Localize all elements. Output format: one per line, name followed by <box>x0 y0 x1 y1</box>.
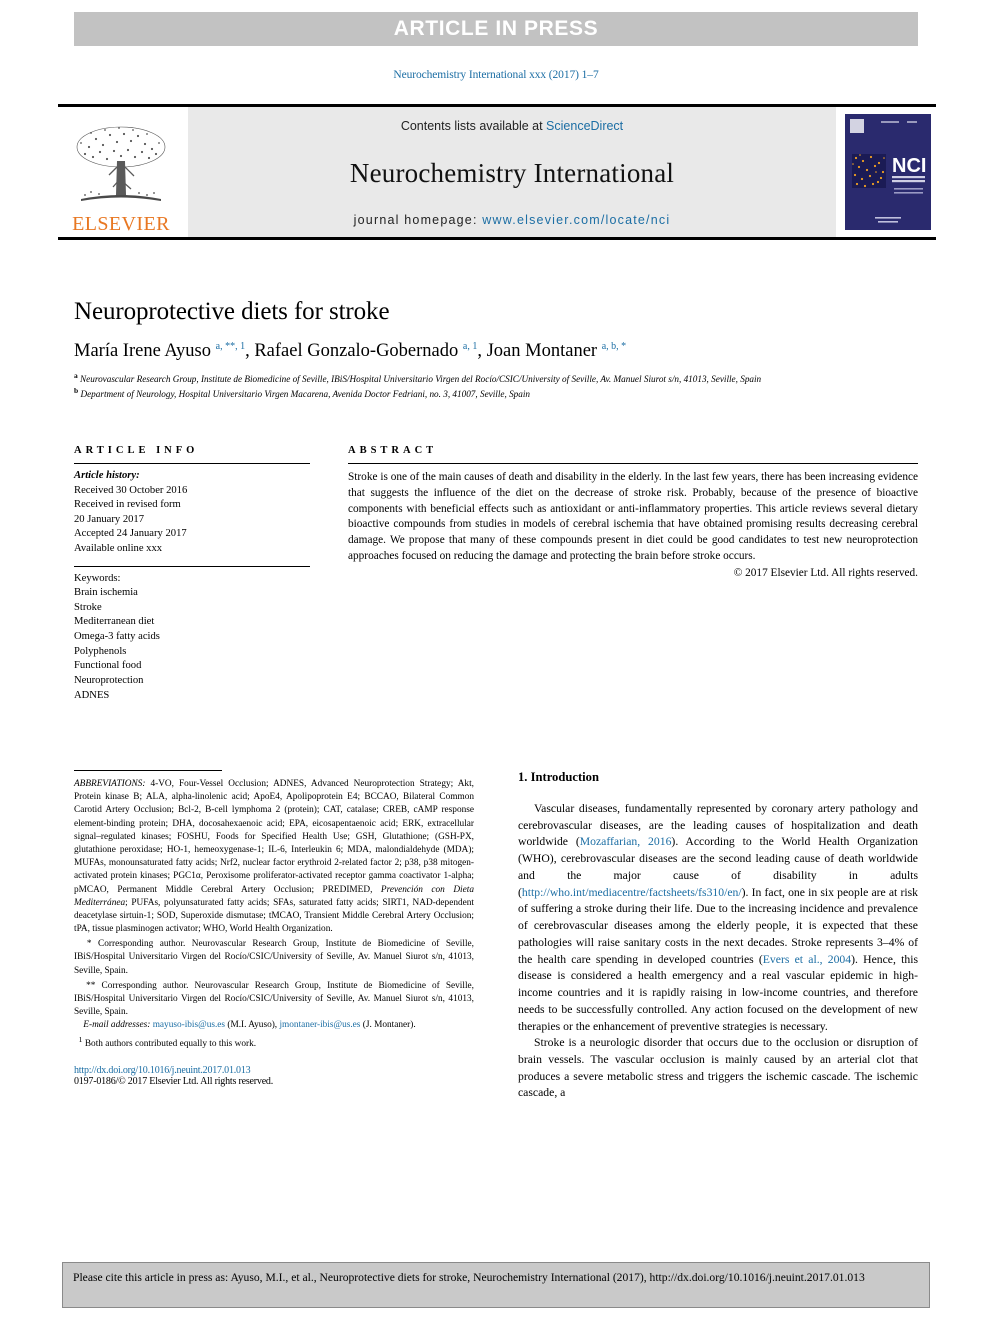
history-item: 20 January 2017 <box>74 513 145 525</box>
affiliation-a: a Neurovascular Research Group, Institut… <box>74 371 762 385</box>
email-owner-montaner: (J. Montaner). <box>362 1020 416 1031</box>
issn-copyright-line: 0197-0186/© 2017 Elsevier Ltd. All right… <box>74 1075 274 1087</box>
journal-homepage-line: journal homepage: www.elsevier.com/locat… <box>354 213 671 227</box>
equal-contribution-note: 1 Both authors contributed equally to th… <box>74 1034 474 1051</box>
contents-available-line: Contents lists available at ScienceDirec… <box>401 119 623 133</box>
keywords-block: Keywords: Brain ischemia Stroke Mediterr… <box>74 567 310 703</box>
introduction-body: Vascular diseases, fundamentally represe… <box>518 801 918 1102</box>
history-item: Received 30 October 2016 <box>74 484 188 496</box>
copyright-line: © 2017 Elsevier Ltd. All rights reserved… <box>733 566 918 579</box>
keyword-item: Neuroprotection <box>74 674 144 686</box>
affiliation-b: b Department of Neurology, Hospital Univ… <box>74 386 531 400</box>
elsevier-tree-icon <box>76 126 166 201</box>
corresponding-author-note-2: ** Corresponding author. Neurovascular R… <box>74 980 474 1020</box>
keywords-label: Keywords: <box>74 572 121 584</box>
intro-paragraph-2: Stroke is a neurologic disorder that occ… <box>518 1036 918 1100</box>
email-addresses-note: E-mail addresses: mayuso-ibis@us.es (M.I… <box>74 1019 474 1032</box>
corresp-2-text: ** Corresponding author. Neurovascular R… <box>74 980 474 1018</box>
journal-homepage-link[interactable]: www.elsevier.com/locate/nci <box>482 213 670 227</box>
journal-reference-line: Neurochemistry International xxx (2017) … <box>393 69 599 81</box>
article-info-heading: ARTICLE INFO <box>74 445 199 456</box>
keyword-item: Stroke <box>74 601 102 613</box>
abbreviations-note: ABBREVIATIONS: 4-VO, Four-Vessel Occlusi… <box>74 778 474 936</box>
citation-footer: Please cite this article in press as: Ay… <box>62 1262 930 1308</box>
corresponding-author-note-1: * Corresponding author. Neurovascular Re… <box>74 938 474 978</box>
keyword-item: Brain ischemia <box>74 587 138 599</box>
keyword-item: Omega-3 fatty acids <box>74 631 160 643</box>
keyword-item: Polyphenols <box>74 645 127 657</box>
affiliation-b-text: Department of Neurology, Hospital Univer… <box>80 389 531 400</box>
inline-citation-link[interactable]: http://who.int/mediacentre/factsheets/fs… <box>522 886 742 899</box>
article-in-press-label: ARTICLE IN PRESS <box>393 17 599 40</box>
contents-prefix: Contents lists available at <box>400 119 547 133</box>
journal-cover-thumbnail: NCI <box>840 107 936 237</box>
history-item: Available online xxx <box>74 543 163 555</box>
article-in-press-banner: ARTICLE IN PRESS <box>74 12 918 46</box>
history-item: Accepted 24 January 2017 <box>74 528 187 540</box>
abbreviations-text-part2: ; PUFAs, polyunsaturated fatty acids; SF… <box>74 897 474 935</box>
page-title: Neuroprotective diets for stroke <box>74 298 390 325</box>
keyword-item: Mediterranean diet <box>74 616 155 628</box>
body-columns: ABBREVIATIONS: 4-VO, Four-Vessel Occlusi… <box>74 770 918 1102</box>
sciencedirect-link[interactable]: ScienceDirect <box>546 119 623 133</box>
keyword-item: ADNES <box>74 689 110 701</box>
equal-contribution-marker: 1 <box>78 1034 83 1044</box>
author-list: María Irene Ayuso a, **, 1, Rafael Gonza… <box>74 341 627 362</box>
email-link-montaner[interactable]: jmontaner-ibis@us.es <box>279 1020 360 1030</box>
equal-contribution-text: Both authors contributed equally to this… <box>84 1038 257 1049</box>
intro-paragraph-1: Vascular diseases, fundamentally represe… <box>518 802 919 1033</box>
homepage-prefix: journal homepage: <box>353 213 483 227</box>
article-history-label: Article history: <box>74 470 140 481</box>
abstract-heading: ABSTRACT <box>348 445 438 456</box>
affiliations: a Neurovascular Research Group, Institut… <box>74 371 914 402</box>
footnote-rule <box>74 770 222 771</box>
journal-masthead: ELSEVIER Contents lists available at Sci… <box>58 104 936 240</box>
inline-citation-link[interactable]: Evers et al., 2004 <box>763 953 851 966</box>
inline-citation-link[interactable]: Mozaffarian, 2016 <box>580 835 672 848</box>
abstract-column: ABSTRACT Stroke is one of the main cause… <box>348 445 918 703</box>
abstract-text: Stroke is one of the main causes of deat… <box>348 471 918 563</box>
article-info-column: ARTICLE INFO Article history: Received 3… <box>74 445 310 703</box>
doi-link[interactable]: http://dx.doi.org/10.1016/j.neuint.2017.… <box>74 1065 474 1076</box>
introduction-column: 1. Introduction Vascular diseases, funda… <box>518 770 918 1102</box>
affiliation-a-text: Neurovascular Research Group, Institute … <box>80 374 762 385</box>
elsevier-wordmark: ELSEVIER <box>72 213 170 235</box>
journal-cover-image: NCI <box>845 114 931 230</box>
paper-page: ARTICLE IN PRESS Neurochemistry Internat… <box>0 0 992 1323</box>
citation-footer-text: Please cite this article in press as: Ay… <box>73 1271 865 1284</box>
introduction-heading: 1. Introduction <box>518 770 599 784</box>
elsevier-logo: ELSEVIER <box>58 107 184 237</box>
history-item: Received in revised form <box>74 499 181 511</box>
journal-title: Neurochemistry International <box>349 157 675 188</box>
email-owner-ayuso: (M.I. Ayuso), <box>227 1020 278 1031</box>
corresp-1-text: * Corresponding author. Neurovascular Re… <box>74 939 474 976</box>
masthead-center: Contents lists available at ScienceDirec… <box>188 107 836 237</box>
email-addresses-label: E-mail addresses: <box>83 1020 151 1031</box>
abbreviations-text-part1: 4-VO, Four-Vessel Occlusion; ADNES, Adva… <box>74 779 474 895</box>
article-history-block: Article history: Received 30 October 201… <box>74 464 310 557</box>
abbreviations-label: ABBREVIATIONS: <box>74 779 146 789</box>
footnotes-column: ABBREVIATIONS: 4-VO, Four-Vessel Occlusi… <box>74 770 474 1102</box>
svg-text:NCI: NCI <box>892 155 926 177</box>
email-link-ayuso[interactable]: mayuso-ibis@us.es <box>153 1020 225 1030</box>
keyword-item: Functional food <box>74 660 142 672</box>
info-abstract-band: ARTICLE INFO Article history: Received 3… <box>74 445 918 703</box>
